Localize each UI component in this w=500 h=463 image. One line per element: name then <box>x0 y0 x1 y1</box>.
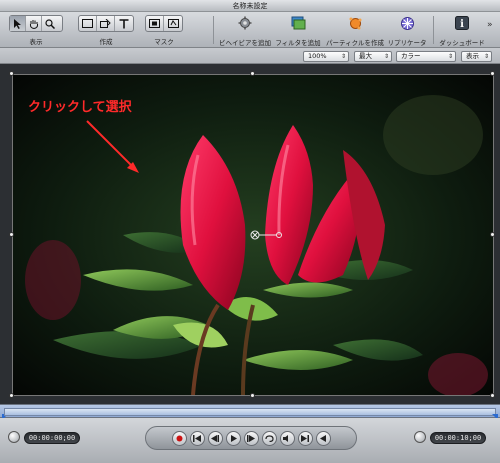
channels-value: カラー <box>401 52 421 60</box>
speaker-icon <box>283 434 288 442</box>
pan-tool-button[interactable] <box>26 16 42 31</box>
timeline-track-bar[interactable] <box>4 408 496 416</box>
resolution-select[interactable]: 最大 ⇕ <box>354 51 392 62</box>
record-icon <box>176 435 182 441</box>
view-tools-label: 表示 <box>29 38 43 46</box>
make-particles-button[interactable]: パーティクルを作成 <box>325 15 385 47</box>
bounding-box-handle[interactable] <box>490 393 495 398</box>
azalea-photo-image <box>13 75 493 395</box>
chevron-updown-icon: ⇕ <box>383 53 389 60</box>
replicator-icon <box>398 15 416 31</box>
playback-buttons <box>145 426 357 450</box>
record-button[interactable] <box>171 430 187 446</box>
bounding-box-handle[interactable] <box>490 71 495 76</box>
mini-timeline[interactable] <box>0 404 500 420</box>
create-tools-label: 作成 <box>99 38 113 46</box>
magnifier-icon <box>45 18 55 29</box>
bounding-box-handle[interactable] <box>250 71 255 76</box>
bezier-tool-button[interactable] <box>97 16 115 31</box>
rewind-button[interactable] <box>315 430 331 446</box>
particle-icon <box>346 15 364 31</box>
toolbar-overflow-chevron-icon[interactable]: » <box>487 20 493 30</box>
go-to-start-button[interactable] <box>189 430 205 446</box>
next-frame-button[interactable] <box>243 430 259 446</box>
resolution-value: 最大 <box>359 52 372 60</box>
window-titlebar: 名称未設定 <box>0 0 500 12</box>
dashboard-label: ダッシュボード <box>439 39 485 47</box>
add-filter-button[interactable]: フィルタを追加 <box>273 15 323 47</box>
canvas-viewbar: 100% ⇕ 最大 ⇕ カラー ⇕ 表示 ⇕ <box>0 48 500 64</box>
loop-icon <box>264 434 274 442</box>
select-tool-button[interactable] <box>10 16 26 31</box>
bezier-mask-tool-button[interactable] <box>164 16 182 31</box>
rectangle-mask-icon <box>149 19 160 28</box>
canvas-image-layer[interactable] <box>12 74 494 396</box>
svg-text:i: i <box>460 19 464 30</box>
bounding-box-handle[interactable] <box>9 71 14 76</box>
text-tool-button[interactable] <box>115 16 133 31</box>
filter-icon <box>289 15 307 31</box>
hand-icon <box>29 19 38 29</box>
mask-tools-label: マスク <box>154 38 174 46</box>
add-filter-label: フィルタを追加 <box>275 39 321 47</box>
arrow-pointer-icon <box>14 18 21 29</box>
triangle-left-icon <box>319 434 326 442</box>
view-options-value: 表示 <box>466 52 479 60</box>
zoom-select[interactable]: 100% ⇕ <box>303 51 349 62</box>
out-point-marker-icon[interactable] <box>492 405 498 420</box>
bounding-box-handle[interactable] <box>250 393 255 398</box>
bounding-box-handle[interactable] <box>9 393 14 398</box>
play-button[interactable] <box>225 430 241 446</box>
rect-mask-tool-button[interactable] <box>146 16 164 31</box>
transport-controls: 00:00:00;00 00:00:10;00 <box>0 418 500 463</box>
replicator-label: リプリケータ <box>387 39 427 47</box>
bezier-mask-icon <box>167 19 179 28</box>
toolbar-divider <box>213 16 214 44</box>
audio-mute-button[interactable] <box>279 430 295 446</box>
text-t-icon <box>119 18 129 28</box>
bezier-pen-icon <box>100 19 111 28</box>
view-tools-group <box>9 15 63 32</box>
step-back-icon <box>211 434 219 442</box>
skip-to-start-icon <box>193 434 201 442</box>
replicator-button[interactable]: リプリケータ <box>385 15 429 47</box>
skip-to-end-icon <box>301 434 309 442</box>
chevron-updown-icon: ⇕ <box>447 53 453 60</box>
chevron-updown-icon: ⇕ <box>340 53 346 60</box>
previous-frame-button[interactable] <box>207 430 223 446</box>
channels-select[interactable]: カラー ⇕ <box>396 51 456 62</box>
play-icon <box>230 434 237 442</box>
go-to-end-button[interactable] <box>297 430 313 446</box>
window-title: 名称未設定 <box>232 2 268 10</box>
dashboard-info-icon: i <box>453 15 471 31</box>
dashboard-button[interactable]: i ダッシュボード <box>436 15 488 47</box>
bounding-box-handle[interactable] <box>9 232 14 237</box>
toolbar-divider <box>433 16 434 44</box>
make-particles-label: パーティクルを作成 <box>326 39 384 47</box>
duration-time-field[interactable]: 00:00:10;00 <box>430 432 486 444</box>
rectangle-tool-button[interactable] <box>79 16 97 31</box>
rectangle-icon <box>82 19 93 28</box>
create-tools-group <box>78 15 134 32</box>
loop-button[interactable] <box>261 430 277 446</box>
zoom-tool-button[interactable] <box>42 16 58 31</box>
timecode-mode-knob[interactable] <box>8 431 20 443</box>
zoom-value: 100% <box>308 52 327 60</box>
chevron-updown-icon: ⇕ <box>483 53 489 60</box>
add-behavior-button[interactable]: ビヘイビアを追加 <box>215 15 275 47</box>
view-options-select[interactable]: 表示 ⇕ <box>461 51 492 62</box>
step-forward-icon <box>247 434 255 442</box>
bounding-box-handle[interactable] <box>490 232 495 237</box>
toolbar: 表示 作成 マスク ビヘイビアを追加 フィルタを追加 パーティクルを作成 リプリ… <box>0 12 500 48</box>
click-to-select-annotation: クリックして選択 <box>28 100 132 115</box>
gear-behavior-icon <box>236 15 254 31</box>
duration-mode-knob[interactable] <box>414 431 426 443</box>
current-time-field[interactable]: 00:00:00;00 <box>24 432 80 444</box>
mask-tools-group <box>145 15 183 32</box>
add-behavior-label: ビヘイビアを追加 <box>219 39 271 47</box>
